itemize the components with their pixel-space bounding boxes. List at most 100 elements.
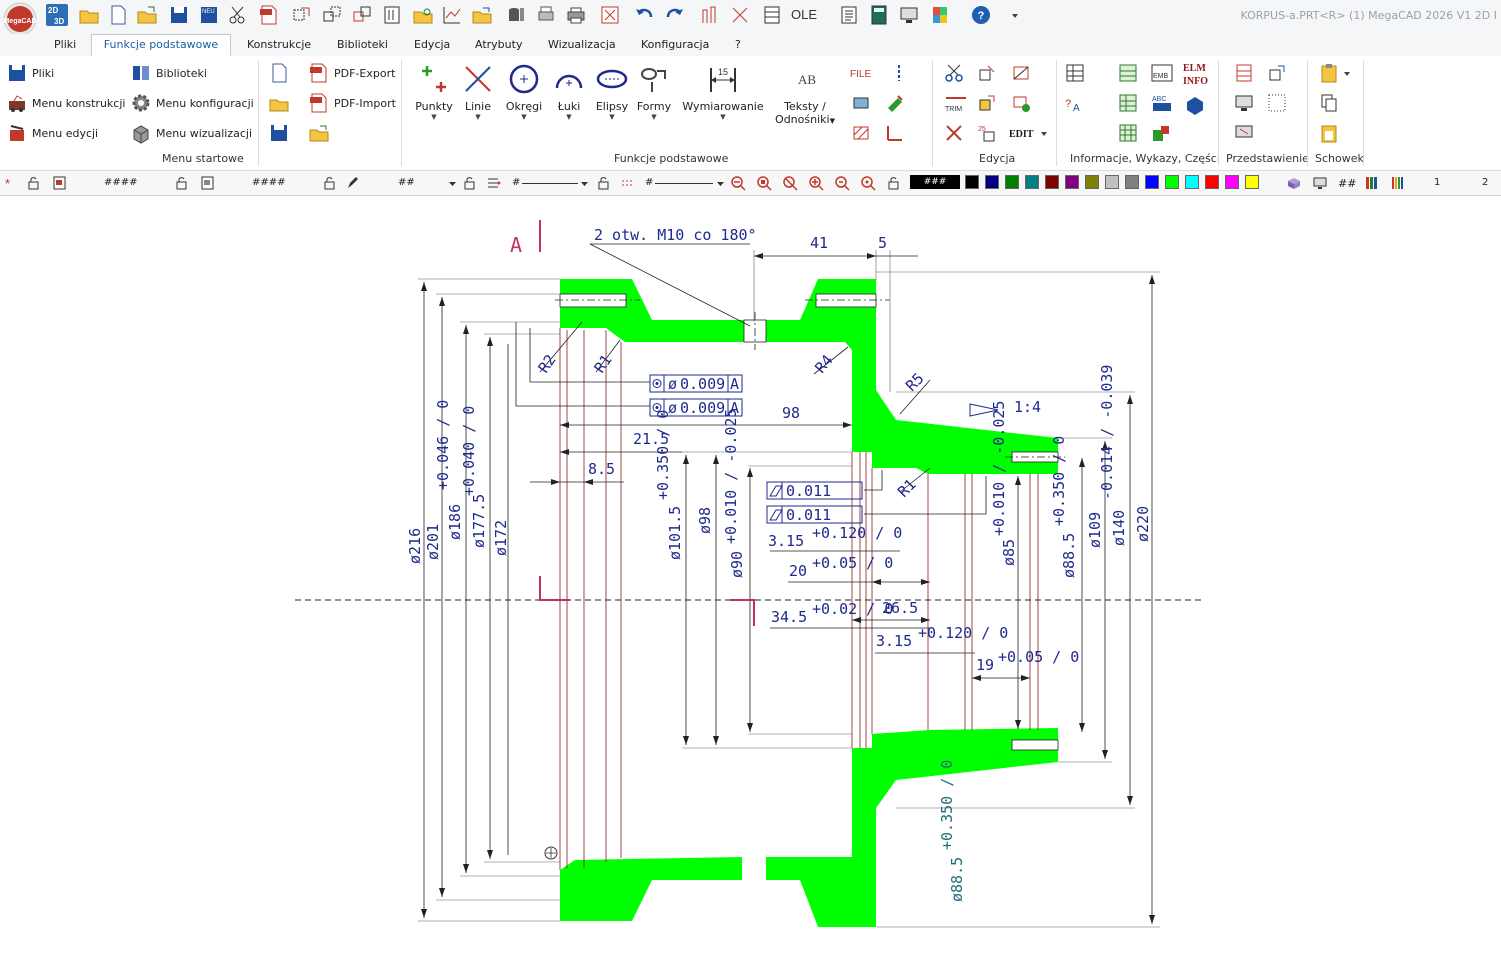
zoom-pan-icon[interactable] — [860, 175, 876, 191]
stretch-icon[interactable] — [1010, 62, 1032, 84]
tab-konstrukcje[interactable]: Konstrukcje — [241, 37, 317, 55]
color-swatch[interactable] — [1245, 175, 1259, 189]
document-list-icon[interactable] — [838, 4, 860, 26]
lock-icon[interactable] — [596, 175, 612, 191]
monitor-settings-icon[interactable] — [1233, 122, 1255, 144]
view-refresh-icon[interactable] — [1266, 62, 1288, 84]
cad-drawing[interactable]: A 2 otw. M10 co 180° 41 5 98 21.5 8.5 R2… — [0, 196, 1501, 960]
attribute-info-icon[interactable]: ? A — [1064, 92, 1086, 114]
paste-dropdown-icon[interactable] — [1342, 62, 1354, 84]
open-folder-icon[interactable] — [78, 4, 100, 26]
delete-objects-icon[interactable] — [1010, 92, 1032, 114]
color-swatch[interactable] — [1205, 175, 1219, 189]
group-select-icon[interactable] — [200, 175, 216, 191]
transform-icon[interactable] — [291, 4, 313, 26]
layer-field[interactable]: #### — [104, 177, 138, 188]
save-new-icon[interactable]: NEU — [198, 4, 220, 26]
tab-help[interactable]: ? — [729, 37, 747, 55]
color-swatch[interactable] — [1065, 175, 1079, 189]
abc-button[interactable]: ABC — [1150, 92, 1174, 114]
measure-icon[interactable] — [729, 4, 751, 26]
layer-icon[interactable] — [381, 4, 403, 26]
help-icon[interactable]: ? — [970, 4, 992, 26]
mirror-icon[interactable] — [351, 4, 373, 26]
lock-icon[interactable] — [462, 175, 478, 191]
tab-funkcje-podstawowe[interactable]: Funkcje podstawowe — [91, 34, 231, 56]
tab-pliki[interactable]: Pliki — [48, 37, 82, 55]
line-type-icon[interactable] — [620, 175, 636, 191]
line-width-field[interactable]: # — [512, 177, 520, 188]
save-prt-icon[interactable] — [168, 4, 190, 26]
pliki-menu-button[interactable]: Pliki — [6, 62, 54, 84]
copy-transform-icon[interactable] — [321, 4, 343, 26]
component-icon[interactable] — [1150, 122, 1172, 144]
pdf-import-button[interactable]: PDF-Import — [308, 92, 396, 114]
lock-icon[interactable] — [26, 175, 42, 191]
hash-button[interactable]: ## — [1338, 177, 1356, 190]
tab-edycja[interactable]: Edycja — [408, 37, 456, 55]
print-preview-icon[interactable] — [535, 4, 557, 26]
color-swatch[interactable] — [1085, 175, 1099, 189]
current-color-field[interactable]: ### — [910, 175, 960, 189]
database-icon[interactable] — [505, 4, 527, 26]
coordinate-icon[interactable] — [884, 122, 906, 144]
page-indicator-2[interactable]: 2 — [1482, 177, 1488, 188]
undo-icon[interactable] — [633, 4, 655, 26]
customize-dropdown-icon[interactable] — [1008, 4, 1022, 26]
color-bars-icon[interactable] — [1364, 175, 1380, 191]
file-button[interactable]: FILE — [848, 62, 876, 84]
open-file-icon[interactable] — [136, 4, 158, 26]
dropdown-arrow-icon[interactable] — [580, 175, 590, 191]
menu-konfiguracji-button[interactable]: Menu konfiguracji — [130, 92, 254, 114]
open-file-ribbon-icon[interactable] — [268, 92, 290, 114]
folder-search-icon[interactable] — [412, 4, 434, 26]
clipboard-icon[interactable] — [1318, 122, 1340, 144]
biblioteki-button[interactable]: Biblioteki — [130, 62, 207, 84]
color-swatch[interactable] — [1185, 175, 1199, 189]
lock-icon[interactable] — [174, 175, 190, 191]
tab-konfiguracja[interactable]: Konfiguracja — [635, 37, 715, 55]
color-swatch[interactable] — [1025, 175, 1039, 189]
dxf-export-icon[interactable] — [1184, 94, 1206, 116]
new-document-icon[interactable] — [107, 4, 129, 26]
pen-field[interactable]: ## — [398, 177, 415, 188]
save-ribbon-icon[interactable] — [268, 122, 290, 144]
2d-3d-toggle-button[interactable]: 2D 3D — [46, 4, 68, 26]
hatch-move-icon[interactable] — [850, 92, 872, 114]
bom-list-icon[interactable] — [1117, 92, 1139, 114]
zoom-out-icon[interactable] — [730, 175, 746, 191]
info-table-icon[interactable] — [1064, 62, 1086, 84]
megacad-logo[interactable]: MegaCAD — [2, 2, 38, 36]
plot-icon[interactable] — [441, 4, 463, 26]
page-indicator-1[interactable]: 1 — [1434, 177, 1440, 188]
zoom-window-icon[interactable] — [756, 175, 772, 191]
elm-info-button[interactable]: ELM INFO — [1181, 60, 1211, 88]
layer-select-icon[interactable] — [52, 175, 68, 191]
color-swatch[interactable] — [1145, 175, 1159, 189]
calculator-icon[interactable] — [868, 4, 890, 26]
trim-button[interactable]: TRIM — [943, 92, 969, 114]
line-type-field[interactable]: # — [645, 177, 653, 188]
new-file-icon[interactable] — [268, 62, 290, 84]
color-swatch[interactable] — [1125, 175, 1139, 189]
dimension-icon[interactable] — [699, 4, 721, 26]
paste-icon[interactable] — [1318, 62, 1340, 84]
color-swatch[interactable] — [1225, 175, 1239, 189]
redraw-icon[interactable] — [599, 4, 621, 26]
asterisk-icon[interactable]: * — [2, 175, 18, 191]
formy-button[interactable]: Formy ▼ — [628, 62, 680, 121]
wymiarowanie-button[interactable]: 15 Wymiarowanie ▼ — [682, 62, 764, 121]
zoom-in-icon[interactable] — [808, 175, 824, 191]
paint-icon[interactable] — [884, 92, 906, 114]
linie-button[interactable]: Linie ▼ — [452, 62, 504, 121]
edit-dropdown-button[interactable]: EDIT — [1008, 122, 1050, 144]
drawing-canvas[interactable]: A 2 otw. M10 co 180° 41 5 98 21.5 8.5 R2… — [0, 196, 1501, 960]
monitor-icon[interactable] — [1312, 175, 1328, 191]
pdf-export-button[interactable]: PDF-Export — [308, 62, 395, 84]
folder-export-icon[interactable] — [471, 4, 493, 26]
lock-icon[interactable] — [886, 175, 902, 191]
view-layout-icon[interactable] — [1233, 62, 1255, 84]
vertical-dimension-icon[interactable] — [888, 62, 910, 84]
color-swatch[interactable] — [1105, 175, 1119, 189]
part-list-icon[interactable] — [1117, 62, 1139, 84]
